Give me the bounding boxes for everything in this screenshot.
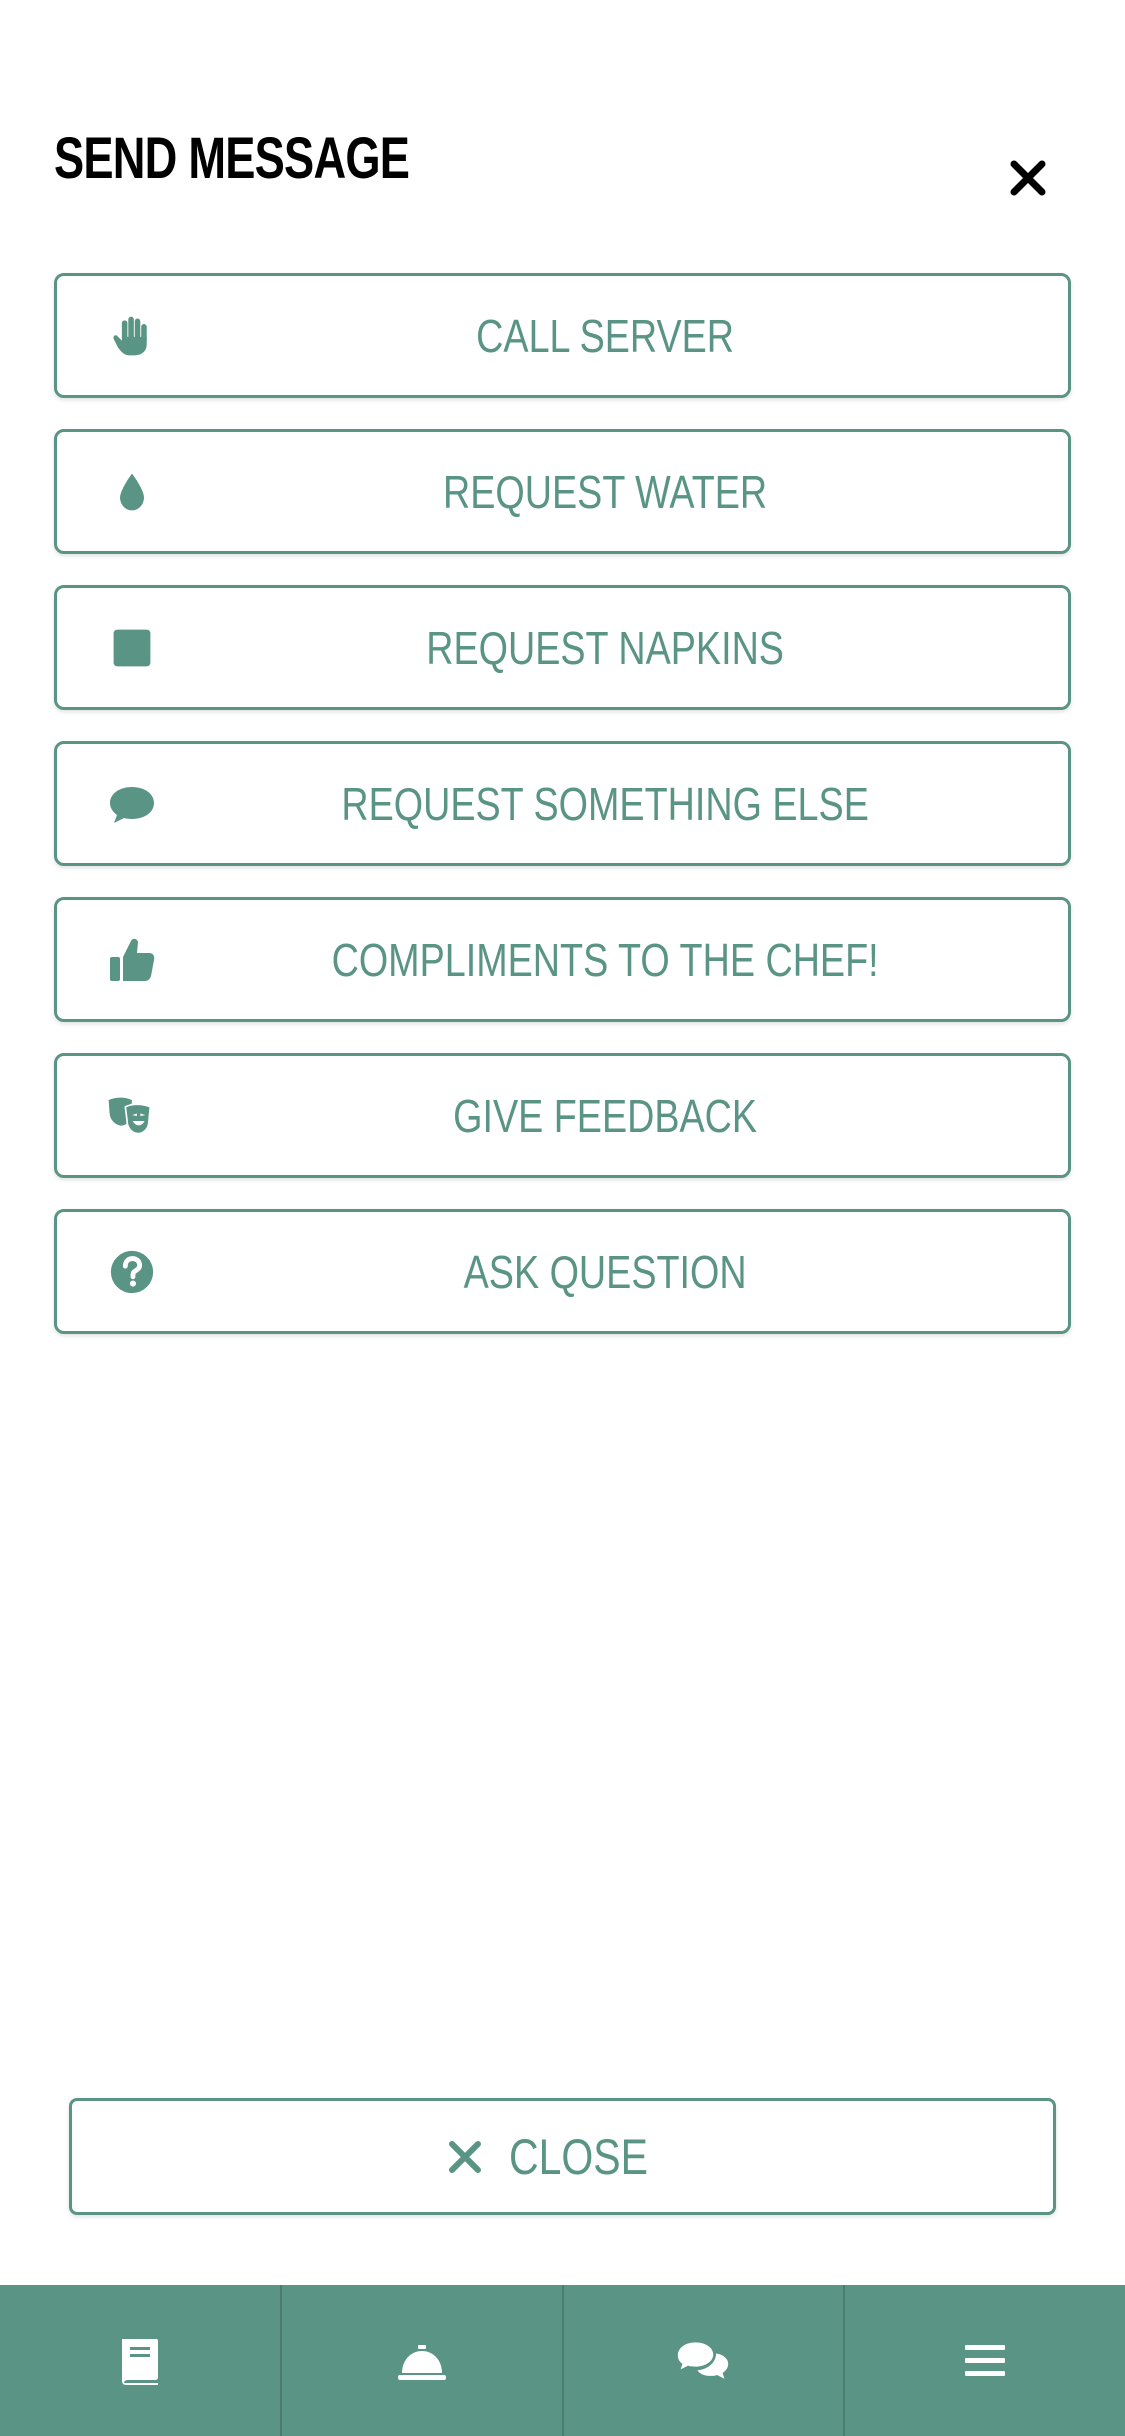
- thumbs-up-icon: [107, 935, 157, 985]
- service-bell-icon: [397, 2344, 446, 2380]
- give-feedback-button[interactable]: GIVE FEEDBACK: [54, 1053, 1071, 1178]
- close-icon[interactable]: [1008, 158, 1048, 198]
- request-napkins-label: REQUEST NAPKINS: [426, 621, 784, 674]
- modal-header: SEND MESSAGE: [0, 0, 1125, 270]
- nav-menu[interactable]: [0, 2285, 282, 2436]
- theater-masks-icon: [107, 1091, 157, 1141]
- close-button-label: CLOSE: [508, 2128, 648, 2185]
- ask-question-label: ASK QUESTION: [463, 1245, 747, 1298]
- close-icon: [448, 2140, 481, 2173]
- bottom-nav: [0, 2285, 1125, 2436]
- request-napkins-button[interactable]: REQUEST NAPKINS: [54, 585, 1071, 710]
- request-something-else-label: REQUEST SOMETHING ELSE: [341, 777, 869, 830]
- nav-chat[interactable]: [564, 2285, 846, 2436]
- comment-icon: [107, 779, 157, 829]
- page-title: SEND MESSAGE: [54, 126, 410, 191]
- hand-icon: [107, 311, 157, 361]
- request-water-button[interactable]: REQUEST WATER: [54, 429, 1071, 554]
- request-something-else-button[interactable]: REQUEST SOMETHING ELSE: [54, 741, 1071, 866]
- ask-question-button[interactable]: ASK QUESTION: [54, 1209, 1071, 1334]
- call-server-label: CALL SERVER: [476, 309, 735, 362]
- compliments-label: COMPLIMENTS TO THE CHEF!: [331, 933, 879, 986]
- nav-more[interactable]: [845, 2285, 1125, 2436]
- call-server-button[interactable]: CALL SERVER: [54, 273, 1071, 398]
- water-drop-icon: [107, 467, 157, 517]
- question-circle-icon: [107, 1247, 157, 1297]
- request-water-label: REQUEST WATER: [443, 465, 768, 518]
- message-options: CALL SERVER REQUEST WATER REQUEST NAPKIN…: [54, 273, 1071, 1365]
- nav-service[interactable]: [282, 2285, 564, 2436]
- napkin-icon: [107, 623, 157, 673]
- give-feedback-label: GIVE FEEDBACK: [453, 1089, 758, 1142]
- compliments-to-chef-button[interactable]: COMPLIMENTS TO THE CHEF!: [54, 897, 1071, 1022]
- hamburger-menu-icon: [965, 2344, 1006, 2376]
- chat-bubbles-icon: [678, 2341, 729, 2379]
- menu-book-icon: [121, 2338, 158, 2385]
- close-button[interactable]: CLOSE: [69, 2098, 1056, 2215]
